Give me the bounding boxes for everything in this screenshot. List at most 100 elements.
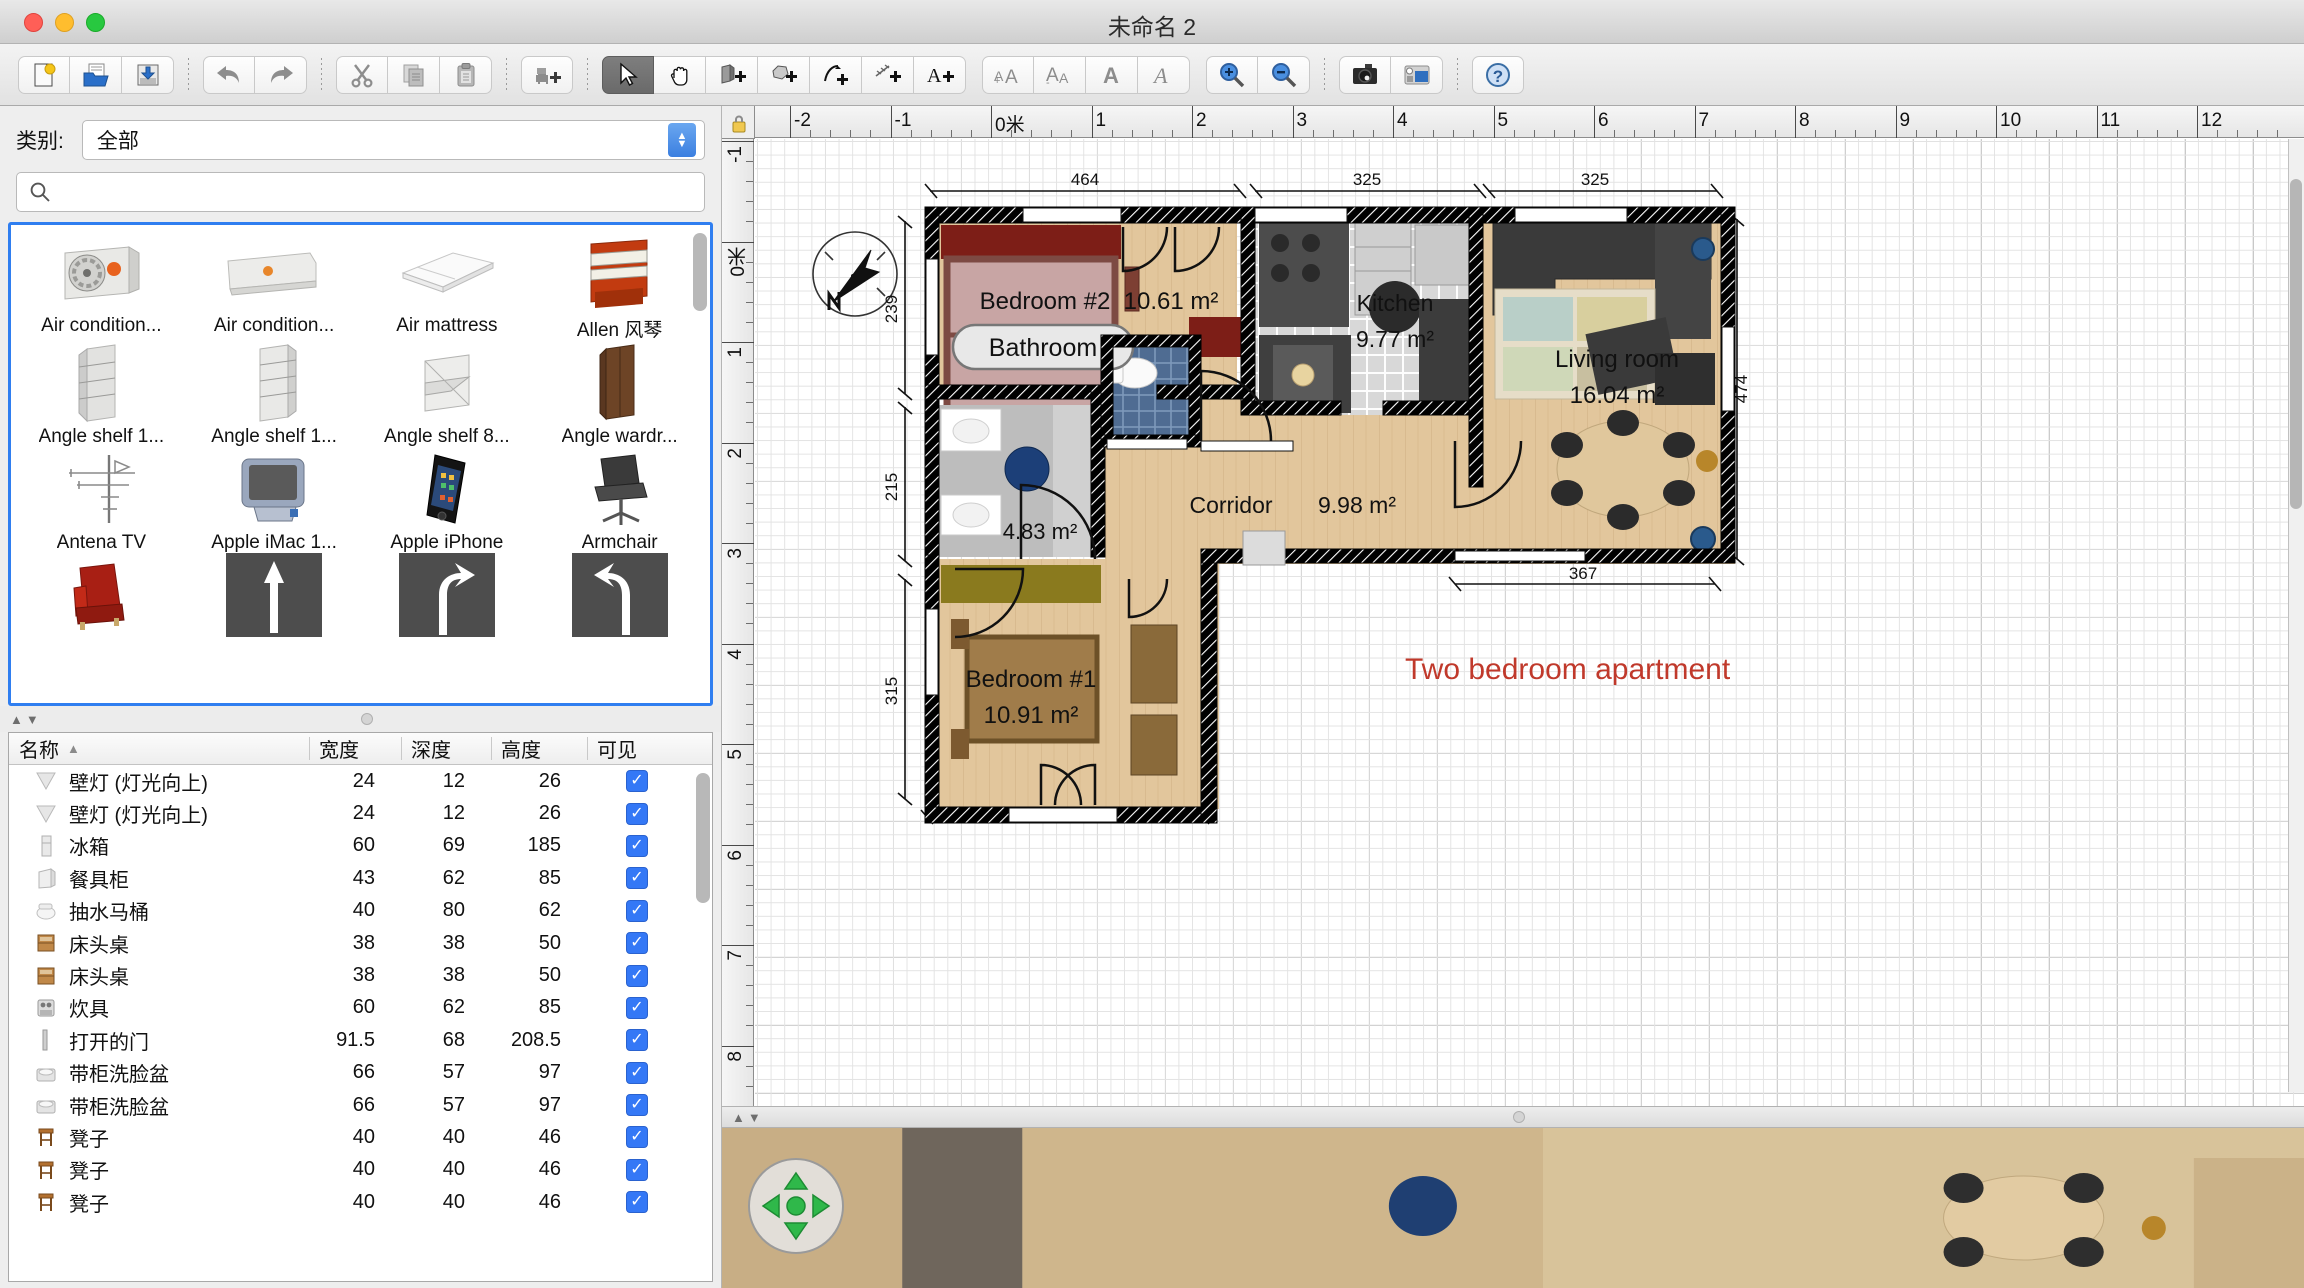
visible-checkbox-cell[interactable]: ✓: [587, 964, 687, 987]
catalog-item[interactable]: Angle wardr...: [533, 342, 706, 448]
visible-checkbox-cell[interactable]: ✓: [587, 1061, 687, 1084]
table-row[interactable]: 壁灯 (灯光向上) 24 12 26 ✓: [9, 765, 712, 797]
furniture-list-table[interactable]: 名称 ▲ 宽度 深度 高度 可见 壁灯 (灯光向上) 24 12 26 ✓ 壁灯 (灯光向…: [8, 732, 713, 1282]
checkbox-checked-icon[interactable]: ✓: [626, 996, 648, 1019]
catalog-item[interactable]: [15, 554, 188, 638]
copy-button[interactable]: [388, 55, 440, 94]
lock-icon[interactable]: [728, 113, 750, 135]
decrease-text-size-button[interactable]: A A -: [1034, 55, 1086, 94]
table-row[interactable]: 抽水马桶 40 80 62 ✓: [9, 895, 712, 927]
video-create-button[interactable]: [1391, 55, 1443, 94]
checkbox-checked-icon[interactable]: ✓: [626, 802, 648, 825]
table-row[interactable]: 凳子 40 40 46 ✓: [9, 1154, 712, 1186]
plan-scroll-thumb[interactable]: [2290, 179, 2302, 509]
column-header-width[interactable]: 宽度: [309, 734, 401, 763]
visible-checkbox-cell[interactable]: ✓: [587, 996, 687, 1019]
open-home-button[interactable]: [70, 55, 122, 94]
bold-button[interactable]: A: [1086, 55, 1138, 94]
catalog-item[interactable]: Angle shelf 1...: [188, 342, 361, 448]
catalog-item[interactable]: Angle shelf 8...: [361, 342, 534, 448]
create-walls-button[interactable]: [706, 55, 758, 94]
undo-button[interactable]: [203, 55, 255, 94]
photo-create-button[interactable]: [1339, 55, 1391, 94]
catalog-item[interactable]: Antena TV: [15, 448, 188, 554]
create-polyline-button[interactable]: [810, 55, 862, 94]
catalog-item[interactable]: Air mattress: [361, 231, 534, 342]
visible-checkbox-cell[interactable]: ✓: [587, 802, 687, 825]
visible-checkbox-cell[interactable]: ✓: [587, 1029, 687, 1052]
catalog-item[interactable]: [188, 553, 361, 638]
table-row[interactable]: 冰箱 60 69 185 ✓: [9, 830, 712, 862]
table-row[interactable]: 炊具 60 62 85 ✓: [9, 992, 712, 1024]
plan-canvas[interactable]: 464 325 325 239 215 315 474 367 Kitchen …: [755, 139, 2304, 1106]
column-header-depth[interactable]: 深度: [401, 734, 491, 763]
visible-checkbox-cell[interactable]: ✓: [587, 1126, 687, 1149]
catalog-item[interactable]: Armchair: [533, 448, 706, 554]
select-tool-button[interactable]: [602, 55, 654, 94]
furniture-catalog-grid[interactable]: Air condition... Air condition... Air ma…: [8, 222, 713, 706]
increase-text-size-button[interactable]: A A +: [982, 55, 1034, 94]
table-row[interactable]: 床头桌 38 38 50 ✓: [9, 959, 712, 991]
checkbox-checked-icon[interactable]: ✓: [626, 899, 648, 922]
checkbox-checked-icon[interactable]: ✓: [626, 1094, 648, 1117]
search-input[interactable]: [61, 180, 692, 204]
zoom-in-button[interactable]: [1206, 55, 1258, 94]
3d-navigation-pad[interactable]: [748, 1158, 844, 1254]
panel-splitter[interactable]: ▲▼: [0, 706, 721, 732]
checkbox-checked-icon[interactable]: ✓: [626, 964, 648, 987]
catalog-item[interactable]: [533, 553, 706, 638]
checkbox-checked-icon[interactable]: ✓: [626, 867, 648, 890]
catalog-item[interactable]: Apple iMac 1...: [188, 448, 361, 554]
table-row[interactable]: 凳子 40 40 46 ✓: [9, 1121, 712, 1153]
add-furniture-button[interactable]: [521, 55, 573, 94]
catalog-search-box[interactable]: [16, 172, 705, 212]
table-row[interactable]: 餐具柜 43 62 85 ✓: [9, 862, 712, 894]
checkbox-checked-icon[interactable]: ✓: [626, 932, 648, 955]
table-row[interactable]: 打开的门 91.5 68 208.5 ✓: [9, 1024, 712, 1056]
table-row[interactable]: 凳子 40 40 46 ✓: [9, 1186, 712, 1218]
catalog-item[interactable]: [361, 553, 534, 638]
catalog-item[interactable]: Air condition...: [188, 231, 361, 342]
catalog-item[interactable]: Angle shelf 1...: [15, 342, 188, 448]
visible-checkbox-cell[interactable]: ✓: [587, 1191, 687, 1214]
checkbox-checked-icon[interactable]: ✓: [626, 770, 648, 793]
plan-vertical-scrollbar[interactable]: [2288, 139, 2304, 1092]
save-home-button[interactable]: [122, 55, 174, 94]
visible-checkbox-cell[interactable]: ✓: [587, 1094, 687, 1117]
category-select[interactable]: 全部 ▲ ▼: [81, 120, 705, 160]
chevron-updown-icon[interactable]: ▲ ▼: [668, 123, 696, 157]
table-row[interactable]: 壁灯 (灯光向上) 24 12 26 ✓: [9, 797, 712, 829]
plan-view[interactable]: -2 -1 0米 1 2 3 4 5 6 7 8 9 10 11 12 -1 0米 1 2 3 4 5 6 7 8: [722, 106, 2304, 1106]
splitter-knob-icon[interactable]: [1513, 1111, 1525, 1123]
pan-tool-button[interactable]: [654, 55, 706, 94]
checkbox-checked-icon[interactable]: ✓: [626, 1029, 648, 1052]
checkbox-checked-icon[interactable]: ✓: [626, 1126, 648, 1149]
visible-checkbox-cell[interactable]: ✓: [587, 867, 687, 890]
column-header-visible[interactable]: 可见: [587, 734, 687, 763]
table-row[interactable]: 带柜洗脸盆 66 57 97 ✓: [9, 1089, 712, 1121]
checkbox-checked-icon[interactable]: ✓: [626, 834, 648, 857]
checkbox-checked-icon[interactable]: ✓: [626, 1061, 648, 1084]
home-3d-view[interactable]: [722, 1128, 2304, 1288]
visible-checkbox-cell[interactable]: ✓: [587, 899, 687, 922]
create-dimensions-button[interactable]: [862, 55, 914, 94]
visible-checkbox-cell[interactable]: ✓: [587, 770, 687, 793]
checkbox-checked-icon[interactable]: ✓: [626, 1191, 648, 1214]
visible-checkbox-cell[interactable]: ✓: [587, 1158, 687, 1181]
zoom-out-button[interactable]: [1258, 55, 1310, 94]
splitter-knob-icon[interactable]: [360, 713, 373, 725]
new-home-button[interactable]: [18, 55, 70, 94]
catalog-item[interactable]: Air condition...: [15, 231, 188, 342]
table-row[interactable]: 床头桌 38 38 50 ✓: [9, 927, 712, 959]
create-rooms-button[interactable]: [758, 55, 810, 94]
redo-button[interactable]: [255, 55, 307, 94]
visible-checkbox-cell[interactable]: ✓: [587, 932, 687, 955]
cut-button[interactable]: [336, 55, 388, 94]
table-row[interactable]: 带柜洗脸盆 66 57 97 ✓: [9, 1057, 712, 1089]
help-button[interactable]: ?: [1472, 55, 1524, 94]
catalog-item[interactable]: Allen 风琴: [533, 231, 706, 342]
furniture-table-scrollbar[interactable]: [696, 773, 710, 903]
column-header-name[interactable]: 名称 ▲: [9, 734, 309, 763]
visible-checkbox-cell[interactable]: ✓: [587, 834, 687, 857]
italic-button[interactable]: A: [1138, 55, 1190, 94]
